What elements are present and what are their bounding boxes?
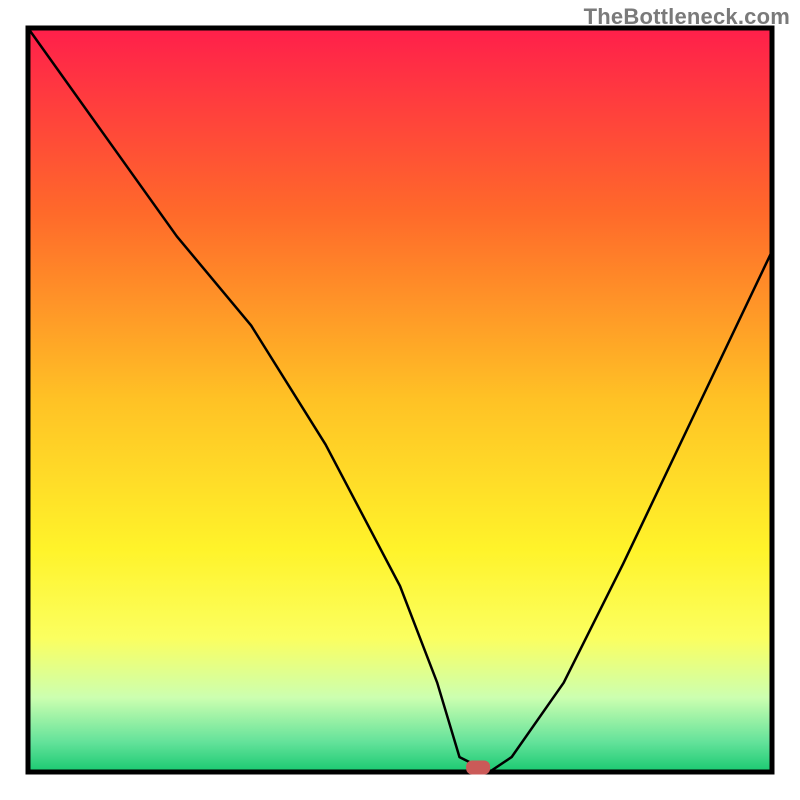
chart-container: TheBottleneck.com [0,0,800,800]
optimal-marker [466,761,490,775]
watermark-text: TheBottleneck.com [584,4,790,30]
gradient-background [28,28,772,772]
bottleneck-chart [0,0,800,800]
